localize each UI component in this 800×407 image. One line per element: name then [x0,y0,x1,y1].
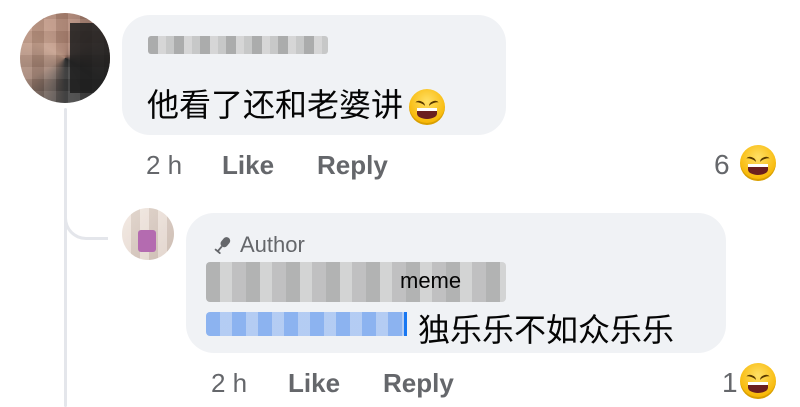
reaction-haha-icon-reply[interactable] [740,363,776,399]
reply-reply-button[interactable]: Reply [383,368,454,399]
comment-text-row: 他看了还和老婆讲 [147,80,446,126]
author-badge-label: Author [240,232,305,257]
comment-like-button[interactable]: Like [222,150,274,181]
reply-like-button[interactable]: Like [288,368,340,399]
reply-text: 独乐乐不如众乐乐 [418,311,675,349]
quote-fragment: meme [400,268,462,293]
thread-connector-line [64,108,67,407]
author-badge: Author [212,232,305,258]
comment-reaction-count[interactable]: 6 [714,149,730,181]
comment-text: 他看了还和老婆讲 [147,86,404,124]
comment-reply-button[interactable]: Reply [317,150,388,181]
reaction-haha-icon[interactable] [740,145,776,181]
reply-reaction-count[interactable]: 1 [722,367,738,399]
mention-link-blurred[interactable] [206,312,406,336]
comment-timestamp[interactable]: 2 h [146,150,182,181]
microphone-icon [214,237,231,255]
commenter-name-blurred[interactable] [148,36,328,54]
author-avatar[interactable] [122,208,174,260]
commenter-avatar[interactable] [20,13,110,103]
thread-connector-curve [64,170,108,240]
text-cursor [404,312,407,336]
grinning-squinting-face-icon [409,89,446,125]
reply-timestamp[interactable]: 2 h [211,368,247,399]
